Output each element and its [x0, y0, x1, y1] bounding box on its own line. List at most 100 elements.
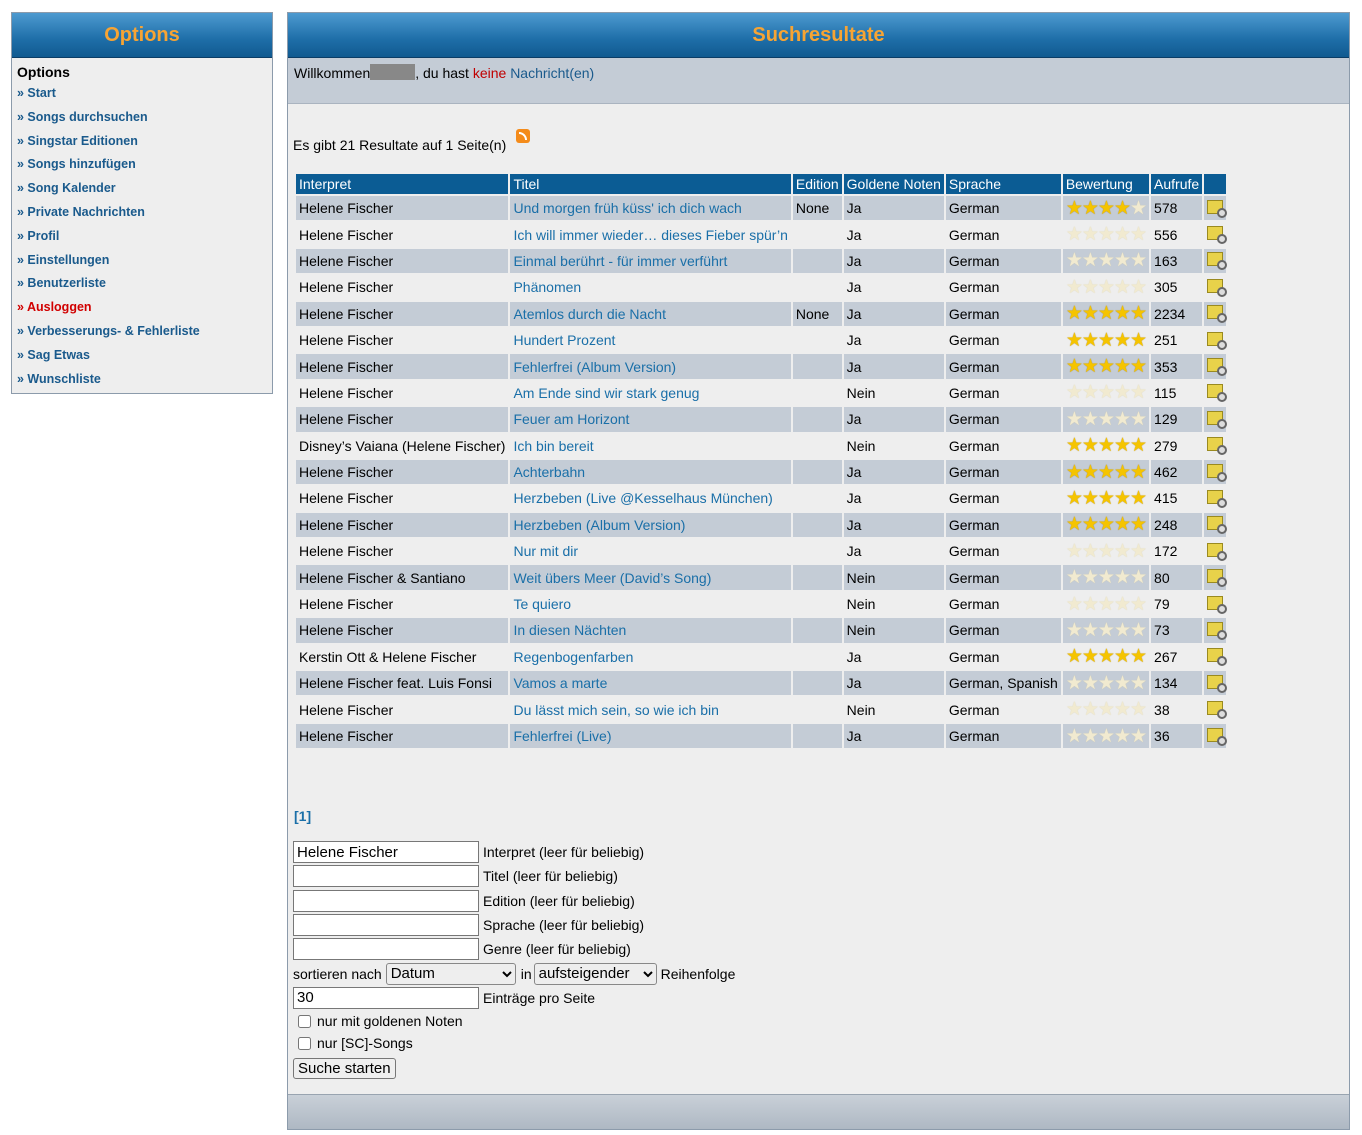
rating-stars[interactable]: ★★★★★	[1066, 224, 1147, 245]
sidebar-item-link[interactable]: » Profil	[17, 229, 59, 243]
star-icon[interactable]: ★	[1066, 726, 1083, 747]
sc-only-checkbox[interactable]	[298, 1036, 311, 1050]
sort-select[interactable]: Datum	[385, 962, 516, 985]
sidebar-item-link[interactable]: » Benutzerliste	[17, 276, 106, 290]
star-icon[interactable]: ★	[1130, 409, 1147, 430]
rating-stars[interactable]: ★★★★★	[1066, 699, 1147, 720]
star-icon[interactable]: ★	[1082, 594, 1099, 615]
rating-cell[interactable]: ★★★★★	[1062, 539, 1150, 564]
rating-stars[interactable]: ★★★★★	[1066, 514, 1147, 535]
sidebar-item[interactable]: » Singstar Editionen	[17, 130, 272, 154]
star-icon[interactable]: ★	[1098, 250, 1115, 271]
star-icon[interactable]: ★	[1130, 620, 1147, 641]
sidebar-item-link[interactable]: » Start	[17, 86, 56, 100]
star-icon[interactable]: ★	[1114, 646, 1131, 667]
rating-cell[interactable]: ★★★★★	[1062, 275, 1150, 300]
column-header[interactable]: Sprache	[945, 174, 1061, 194]
sidebar-item-link[interactable]: » Singstar Editionen	[17, 134, 138, 148]
star-icon[interactable]: ★	[1130, 699, 1147, 720]
star-icon[interactable]: ★	[1114, 620, 1131, 641]
star-icon[interactable]: ★	[1130, 356, 1147, 377]
sidebar-item-link[interactable]: » Wunschliste	[17, 372, 101, 386]
sidebar-item-link[interactable]: » Ausloggen	[17, 300, 92, 314]
rating-cell[interactable]: ★★★★★	[1062, 591, 1150, 617]
star-icon[interactable]: ★	[1114, 356, 1131, 377]
star-icon[interactable]: ★	[1098, 646, 1115, 667]
star-icon[interactable]: ★	[1066, 303, 1083, 324]
star-icon[interactable]: ★	[1114, 567, 1131, 588]
rating-cell[interactable]: ★★★★★	[1062, 723, 1150, 749]
star-icon[interactable]: ★	[1082, 198, 1099, 219]
rating-stars[interactable]: ★★★★★	[1066, 541, 1147, 562]
rating-stars[interactable]: ★★★★★	[1066, 646, 1147, 667]
star-icon[interactable]: ★	[1130, 462, 1147, 483]
sidebar-item[interactable]: » Sag Etwas	[17, 344, 272, 368]
star-icon[interactable]: ★	[1082, 699, 1099, 720]
rating-cell[interactable]: ★★★★★	[1062, 486, 1150, 511]
star-icon[interactable]: ★	[1066, 277, 1083, 298]
star-icon[interactable]: ★	[1098, 330, 1115, 351]
star-icon[interactable]: ★	[1114, 409, 1131, 430]
star-icon[interactable]: ★	[1130, 277, 1147, 298]
column-header[interactable]: Aufrufe	[1151, 174, 1203, 194]
star-icon[interactable]: ★	[1114, 541, 1131, 562]
star-icon[interactable]: ★	[1114, 303, 1131, 324]
star-icon[interactable]: ★	[1098, 594, 1115, 615]
star-icon[interactable]: ★	[1114, 250, 1131, 271]
star-icon[interactable]: ★	[1098, 224, 1115, 245]
rating-stars[interactable]: ★★★★★	[1066, 382, 1147, 403]
rating-stars[interactable]: ★★★★★	[1066, 488, 1147, 509]
star-icon[interactable]: ★	[1066, 198, 1083, 219]
rating-cell[interactable]: ★★★★★	[1062, 354, 1150, 379]
star-icon[interactable]: ★	[1066, 594, 1083, 615]
star-icon[interactable]: ★	[1098, 277, 1115, 298]
star-icon[interactable]: ★	[1130, 488, 1147, 509]
star-icon[interactable]: ★	[1114, 435, 1131, 456]
rating-stars[interactable]: ★★★★★	[1066, 303, 1147, 324]
star-icon[interactable]: ★	[1082, 435, 1099, 456]
song-details-icon[interactable]	[1207, 489, 1228, 508]
star-icon[interactable]: ★	[1098, 303, 1115, 324]
star-icon[interactable]: ★	[1098, 462, 1115, 483]
song-details-icon[interactable]	[1207, 331, 1228, 350]
star-icon[interactable]: ★	[1066, 435, 1083, 456]
sidebar-item[interactable]: » Profil	[17, 225, 272, 249]
star-icon[interactable]: ★	[1066, 620, 1083, 641]
star-icon[interactable]: ★	[1130, 514, 1147, 535]
star-icon[interactable]: ★	[1098, 567, 1115, 588]
star-icon[interactable]: ★	[1098, 488, 1115, 509]
song-title-link[interactable]: Vamos a marte	[513, 675, 607, 691]
sidebar-item[interactable]: » Song Kalender	[17, 177, 272, 201]
star-icon[interactable]: ★	[1066, 488, 1083, 509]
star-icon[interactable]: ★	[1114, 224, 1131, 245]
star-icon[interactable]: ★	[1082, 462, 1099, 483]
rating-stars[interactable]: ★★★★★	[1066, 435, 1147, 456]
column-header[interactable]: Interpret	[296, 174, 509, 194]
sidebar-item-link[interactable]: » Song Kalender	[17, 181, 116, 195]
star-icon[interactable]: ★	[1082, 382, 1099, 403]
song-title-link[interactable]: Achterbahn	[513, 464, 585, 480]
star-icon[interactable]: ★	[1114, 198, 1131, 219]
star-icon[interactable]: ★	[1066, 462, 1083, 483]
song-details-icon[interactable]	[1207, 727, 1228, 746]
song-title-link[interactable]: Du lässt mich sein, so wie ich bin	[513, 702, 718, 718]
star-icon[interactable]: ★	[1130, 673, 1147, 694]
star-icon[interactable]: ★	[1082, 726, 1099, 747]
rating-cell[interactable]: ★★★★★	[1062, 512, 1150, 538]
sidebar-item[interactable]: » Start	[17, 82, 272, 106]
star-icon[interactable]: ★	[1082, 646, 1099, 667]
star-icon[interactable]: ★	[1130, 594, 1147, 615]
star-icon[interactable]: ★	[1114, 673, 1131, 694]
star-icon[interactable]: ★	[1130, 330, 1147, 351]
rating-cell[interactable]: ★★★★★	[1062, 433, 1150, 458]
sidebar-item[interactable]: » Wunschliste	[17, 368, 272, 392]
song-title-link[interactable]: Ich bin bereit	[513, 438, 593, 454]
song-details-icon[interactable]	[1207, 463, 1228, 482]
rating-stars[interactable]: ★★★★★	[1066, 356, 1147, 377]
star-icon[interactable]: ★	[1066, 224, 1083, 245]
star-icon[interactable]: ★	[1098, 198, 1115, 219]
star-icon[interactable]: ★	[1098, 514, 1115, 535]
star-icon[interactable]: ★	[1082, 488, 1099, 509]
song-details-icon[interactable]	[1207, 226, 1228, 245]
star-icon[interactable]: ★	[1098, 435, 1115, 456]
